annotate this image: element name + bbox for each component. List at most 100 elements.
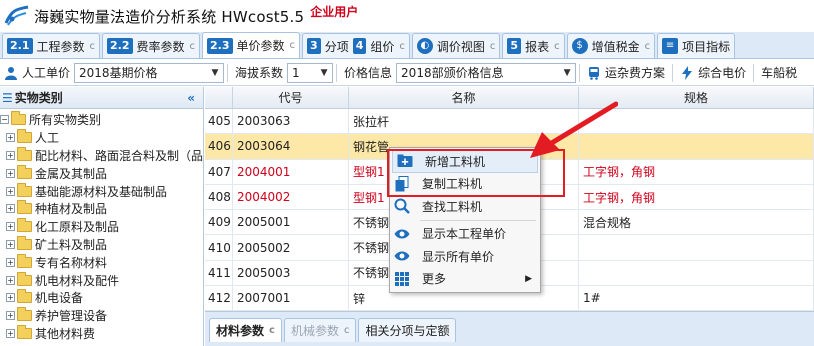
- tab-project-params[interactable]: 2.1 工程参数 c: [2, 33, 101, 58]
- column-header-code[interactable]: 代号: [233, 87, 349, 108]
- cell-spec[interactable]: 工字钢，角钢: [579, 159, 814, 184]
- toolbar-separator: [336, 63, 338, 82]
- price-info-select[interactable]: 2018部颁价格信息 ▼: [396, 62, 577, 83]
- tax-icon: $: [571, 38, 588, 54]
- tree-item[interactable]: + 种植材及制品: [0, 200, 203, 218]
- tab-project-indicators[interactable]: ≡ 项目指标: [657, 33, 736, 58]
- transport-fee-button[interactable]: 运杂费方案: [587, 64, 665, 81]
- category-panel: ☰ 实物类别 « − 所有实物类别 + 人工 + 配比材料、路面混合料及制（品 + 金…: [0, 87, 204, 346]
- toolbar-separator: [753, 63, 755, 82]
- tab-label: 费率参数: [136, 39, 185, 54]
- submenu-arrow-icon: ▶: [525, 273, 532, 284]
- menu-item-find-material[interactable]: 查找工料机: [390, 195, 540, 218]
- transport-fee-label: 运杂费方案: [605, 66, 666, 80]
- tab-close-icon[interactable]: c: [399, 41, 405, 52]
- tree-root[interactable]: − 所有实物类别: [0, 111, 203, 129]
- tree-item[interactable]: + 机电材料及配件: [0, 271, 203, 289]
- expand-icon[interactable]: +: [6, 275, 15, 285]
- cell-code[interactable]: 2007001: [233, 286, 349, 311]
- tab-price-adjust-view[interactable]: ◐ 调价视图 c: [411, 33, 501, 58]
- collapse-panel-icon[interactable]: «: [187, 91, 195, 105]
- tab-close-icon[interactable]: c: [344, 325, 350, 336]
- menu-item-show-project-prices[interactable]: 显示本工程单价: [390, 223, 540, 246]
- tab-machine-params[interactable]: 机械参数 c: [283, 318, 357, 342]
- tab-label: 项目指标: [682, 39, 731, 54]
- expand-icon[interactable]: +: [6, 257, 15, 267]
- category-panel-title: 实物类别: [14, 91, 63, 105]
- tree-item-label: 机电设备: [35, 291, 84, 306]
- expand-icon[interactable]: +: [6, 293, 15, 303]
- table-row[interactable]: 405 2003063 张拉杆: [205, 109, 814, 135]
- labor-price-select[interactable]: 2018基期价格 ▼: [74, 62, 225, 83]
- cell-code[interactable]: 2005003: [233, 260, 349, 286]
- tree-item[interactable]: + 矿土料及制品: [0, 235, 203, 254]
- toolbar-separator: [227, 63, 229, 82]
- expand-icon[interactable]: +: [6, 168, 15, 178]
- chevron-down-icon: ▼: [211, 67, 219, 78]
- chevron-down-icon: ▼: [320, 67, 328, 78]
- cell-spec[interactable]: 混合规格: [579, 210, 814, 235]
- cell-spec[interactable]: 工字钢，角钢: [579, 184, 814, 210]
- edition-label: 企业用户: [310, 4, 359, 19]
- expand-icon[interactable]: +: [6, 133, 15, 143]
- tab-close-icon[interactable]: c: [269, 325, 275, 336]
- cell-code[interactable]: 2003064: [233, 134, 349, 159]
- cell-code[interactable]: 2005001: [233, 210, 349, 235]
- tree-item[interactable]: + 专有名称材料: [0, 253, 203, 271]
- folder-icon: [17, 218, 32, 233]
- cell-code[interactable]: 2005002: [233, 235, 349, 260]
- cell-code[interactable]: 2004002: [233, 184, 349, 210]
- tree-item-label: 化工原料及制品: [35, 220, 120, 235]
- tab-close-icon[interactable]: c: [554, 41, 560, 52]
- tab-unit-price-params[interactable]: 2.3 单价参数 c: [202, 32, 301, 58]
- expand-icon[interactable]: +: [6, 204, 15, 214]
- collapse-icon[interactable]: −: [0, 115, 9, 125]
- module-tab-bar: 2.1 工程参数 c 2.2 费率参数 c 2.3 单价参数 c 3 分项 4 …: [0, 32, 814, 59]
- labor-price-value: 2018基期价格: [79, 66, 158, 80]
- menu-item-show-all-prices[interactable]: 显示所有单价: [390, 245, 540, 268]
- search-icon: [390, 198, 414, 215]
- list-icon: ≡: [662, 38, 679, 54]
- expand-icon[interactable]: +: [6, 150, 15, 160]
- tab-close-icon[interactable]: c: [645, 41, 651, 52]
- tab-reports[interactable]: 5 报表 c: [502, 33, 565, 58]
- cell-code[interactable]: 2003063: [233, 109, 349, 134]
- folder-icon: [11, 111, 26, 126]
- expand-icon[interactable]: +: [6, 311, 15, 321]
- tab-item-pricing[interactable]: 3 分项 4 组价 c: [302, 33, 410, 58]
- tab-vat[interactable]: $ 增值税金 c: [566, 33, 656, 58]
- tab-related-items[interactable]: 相关分项与定额: [358, 318, 457, 342]
- tree-item[interactable]: + 基础能源材料及基础制品: [0, 182, 203, 200]
- tab-close-icon[interactable]: c: [290, 40, 296, 51]
- tree-item[interactable]: + 配比材料、路面混合料及制（品: [0, 146, 203, 165]
- tree-item-label: 人工: [35, 131, 60, 146]
- tab-label: 组价: [370, 39, 395, 54]
- row-index: 407: [205, 159, 233, 184]
- tab-number: 5: [507, 38, 522, 54]
- tab-rate-params[interactable]: 2.2 费率参数 c: [102, 33, 201, 58]
- tree-item[interactable]: + 养护管理设备: [0, 307, 203, 325]
- expand-icon[interactable]: +: [6, 239, 15, 249]
- category-tree: − 所有实物类别 + 人工 + 配比材料、路面混合料及制（品 + 金属及其制品 + 基础…: [0, 109, 203, 342]
- altitude-coefficient-select[interactable]: 1 ▼: [287, 62, 334, 83]
- tab-close-icon[interactable]: c: [490, 41, 496, 52]
- tab-close-icon[interactable]: c: [190, 41, 196, 52]
- cell-spec[interactable]: 1#: [579, 286, 814, 311]
- menu-item-more[interactable]: 更多 ▶: [390, 268, 540, 291]
- tree-item[interactable]: + 金属及其制品: [0, 164, 203, 182]
- expand-icon[interactable]: +: [6, 328, 15, 338]
- tab-close-icon[interactable]: c: [90, 41, 96, 52]
- expand-icon[interactable]: +: [6, 186, 15, 196]
- tree-item[interactable]: + 人工: [0, 129, 203, 147]
- cell-spec[interactable]: [579, 260, 814, 286]
- electric-price-button[interactable]: 综合电价: [680, 64, 746, 81]
- cell-code[interactable]: 2004001: [233, 159, 349, 184]
- expand-icon[interactable]: +: [6, 222, 15, 232]
- price-info-label: 价格信息: [344, 66, 393, 80]
- cell-spec[interactable]: [579, 235, 814, 260]
- tree-item[interactable]: + 其他材料费: [0, 324, 203, 343]
- vessel-tax-button[interactable]: 车船税: [761, 64, 797, 81]
- tab-material-params[interactable]: 材料参数 c: [209, 318, 282, 342]
- tree-item[interactable]: + 化工原料及制品: [0, 218, 203, 236]
- tree-item[interactable]: + 机电设备: [0, 289, 203, 307]
